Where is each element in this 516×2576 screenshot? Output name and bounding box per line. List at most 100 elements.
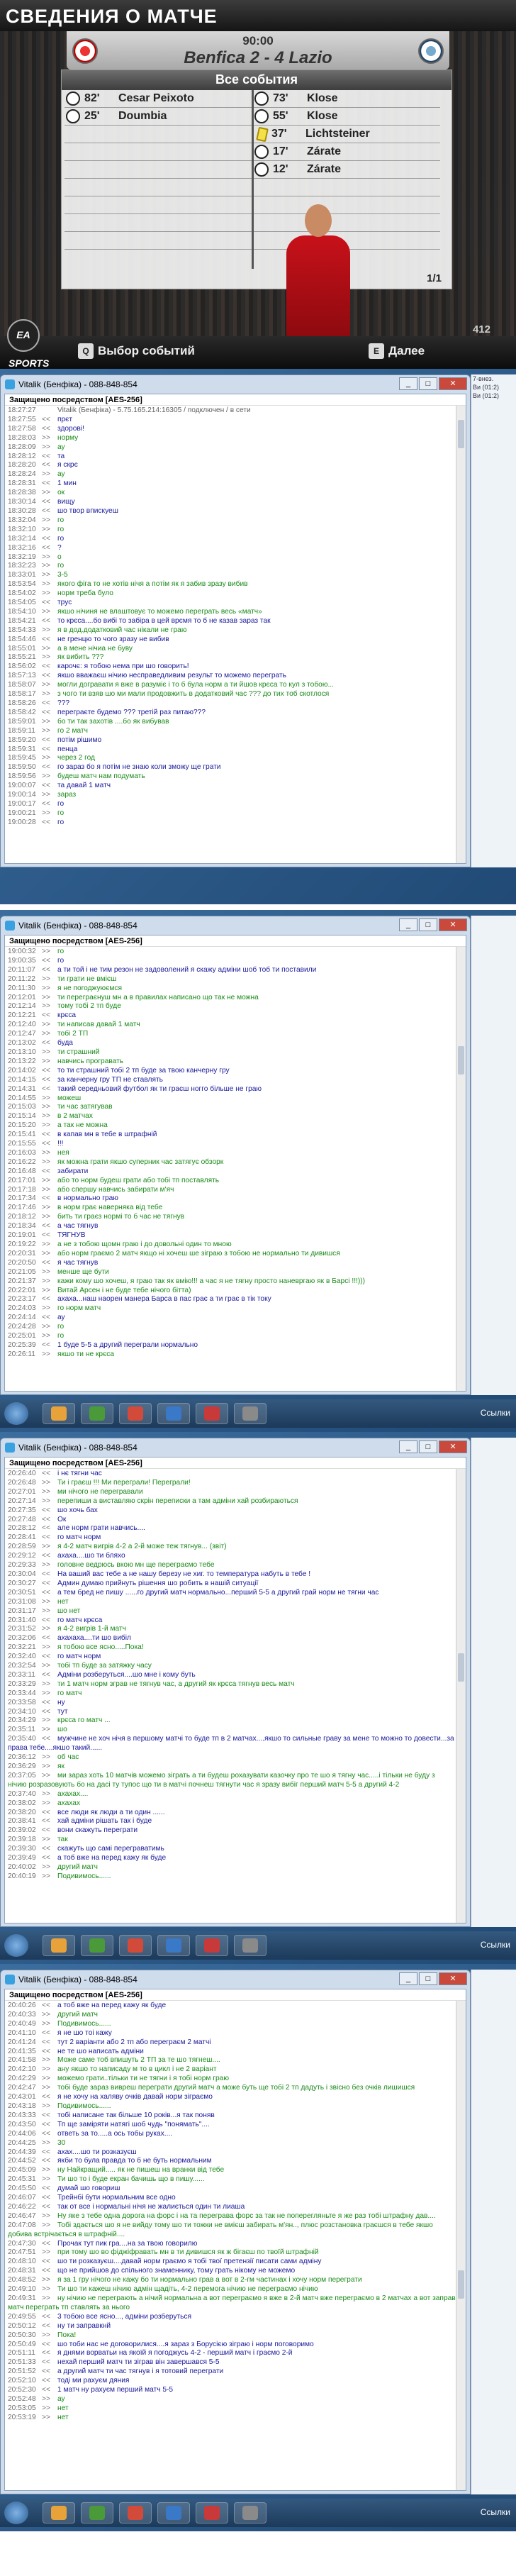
- window-titlebar[interactable]: Vitalik (Бенфіка) - 088-848-854 _ □ ✕: [1, 916, 470, 935]
- taskbar-app-button[interactable]: [157, 1935, 190, 1956]
- message-text: забирати: [57, 1167, 89, 1175]
- message-time: 20:50:30: [8, 2331, 36, 2339]
- close-button[interactable]: ✕: [439, 1972, 467, 1985]
- taskbar-links[interactable]: Ссылки: [481, 1408, 510, 1418]
- message-direction: >>: [42, 2276, 50, 2284]
- taskbar-app-button[interactable]: [234, 1403, 267, 1424]
- message-direction: <<: [42, 2358, 50, 2367]
- start-button-icon[interactable]: [4, 2502, 28, 2524]
- taskbar-app-button[interactable]: [157, 2502, 190, 2524]
- side-item[interactable]: Ви (01:2): [471, 392, 516, 400]
- taskbar-app-button[interactable]: [119, 2502, 152, 2524]
- chat-message: 20:11:30 >> я не погоджуюємся: [8, 984, 456, 994]
- message-direction: <<: [42, 599, 50, 607]
- close-button[interactable]: ✕: [439, 1440, 467, 1453]
- message-direction: <<: [42, 1854, 50, 1862]
- chat-message: 20:48:31 << що не прийшов до спільного зна…: [8, 2267, 456, 2276]
- select-events-button[interactable]: Q Выбор событий: [78, 343, 195, 359]
- message-time: 20:32:54: [8, 1662, 36, 1670]
- ball-icon: [254, 109, 269, 123]
- window-titlebar[interactable]: Vitalik (Бенфіка) - 088-848-854 _ □ ✕: [1, 1438, 470, 1457]
- message-text: а другий матч ти час тягнув і я тотовий …: [57, 2367, 224, 2376]
- maximize-button[interactable]: □: [419, 377, 437, 390]
- side-item[interactable]: [471, 918, 516, 920]
- message-text: тобі написане так більше 10 років...я та…: [57, 2111, 215, 2119]
- message-text: го: [57, 525, 64, 533]
- chat-message: 18:32:04 >> го: [8, 516, 456, 526]
- taskbar-app-button[interactable]: [234, 1935, 267, 1956]
- message-direction: >>: [42, 2010, 50, 2019]
- message-direction: <<: [42, 2367, 50, 2376]
- message-direction: <<: [42, 699, 50, 707]
- message-time: 20:17:34: [8, 1194, 36, 1203]
- message-text: Ти і граєш !!! Ми переграли! Переграли!: [57, 1478, 191, 1487]
- message-direction: >>: [42, 1597, 50, 1606]
- taskbar-app-button[interactable]: [196, 2502, 228, 2524]
- side-item[interactable]: [471, 1972, 516, 1974]
- taskbar-app-button[interactable]: [43, 1403, 75, 1424]
- message-direction: >>: [42, 2102, 50, 2110]
- side-item[interactable]: Ви (01:2): [471, 383, 516, 392]
- minimize-button[interactable]: _: [399, 1972, 417, 1985]
- chat-message: 20:24:28 >> го: [8, 1323, 456, 1332]
- scrollbar[interactable]: [456, 1469, 466, 1923]
- taskbar-app-button[interactable]: [196, 1935, 228, 1956]
- close-button[interactable]: ✕: [439, 377, 467, 390]
- taskbar-app-button[interactable]: [119, 1935, 152, 1956]
- message-time: 20:44:25: [8, 2138, 36, 2147]
- minimize-button[interactable]: _: [399, 1440, 417, 1453]
- minimize-button[interactable]: _: [399, 918, 417, 931]
- message-direction: <<: [42, 2047, 50, 2055]
- scrollbar[interactable]: [456, 406, 466, 863]
- close-button[interactable]: ✕: [439, 918, 467, 931]
- maximize-button[interactable]: □: [419, 1440, 437, 1453]
- message-time: 20:16:48: [8, 1167, 36, 1175]
- window-titlebar[interactable]: Vitalik (Бенфіка) - 088-848-854 _ □ ✕: [1, 375, 470, 394]
- taskbar-app-button[interactable]: [234, 2502, 267, 2524]
- taskbar-app-button[interactable]: [43, 1935, 75, 1956]
- taskbar-links[interactable]: Ссылки: [481, 2507, 510, 2517]
- side-item[interactable]: [471, 1440, 516, 1442]
- maximize-button[interactable]: □: [419, 1972, 437, 1985]
- scrollbar-thumb[interactable]: [458, 1046, 464, 1075]
- minimize-button[interactable]: _: [399, 377, 417, 390]
- taskbar-app-button[interactable]: [196, 1403, 228, 1424]
- events-panel: Все события 82' Cesar Peixoto 25' Doumbia …: [61, 70, 452, 289]
- side-item[interactable]: 7-внез.: [471, 374, 516, 383]
- message-direction: <<: [42, 2184, 50, 2193]
- scrollbar-thumb[interactable]: [458, 1653, 464, 1682]
- taskbar-links[interactable]: Ссылки: [481, 1940, 510, 1950]
- maximize-button[interactable]: □: [419, 918, 437, 931]
- message-text: якшо нічиня не влаштовує то можемо перег…: [57, 607, 262, 616]
- message-time: 18:32:23: [8, 562, 36, 570]
- message-time: 18:28:24: [8, 470, 36, 479]
- taskbar-app-button[interactable]: [81, 2502, 113, 2524]
- message-time: 20:29:12: [8, 1552, 36, 1560]
- scrollbar[interactable]: [456, 2001, 466, 2490]
- chat-message: 20:29:33 >> головне ведрюсь вкою мн ще пер…: [8, 1561, 456, 1570]
- start-button-icon[interactable]: [4, 1402, 28, 1425]
- events-panel-title: Все события: [62, 70, 452, 90]
- chat-log: Защищено посредством [AES-256] 19:00:32 >>…: [4, 935, 466, 1392]
- scrollbar-thumb[interactable]: [458, 2270, 464, 2299]
- taskbar-app-button[interactable]: [81, 1403, 113, 1424]
- scrollbar[interactable]: [456, 947, 466, 1391]
- start-button-icon[interactable]: [4, 1934, 28, 1957]
- chat-message: 20:50:49 << шо тоби нас не договорилися...…: [8, 2341, 456, 2350]
- message-direction: >>: [42, 1121, 50, 1130]
- next-button[interactable]: E Далее: [369, 343, 425, 359]
- message-time: 20:45:09: [8, 2166, 36, 2175]
- message-direction: <<: [42, 735, 50, 744]
- message-text: ану якшо то написаду м то в цикл і не 2 …: [57, 2065, 217, 2074]
- scrollbar-thumb[interactable]: [458, 420, 464, 448]
- taskbar-app-button[interactable]: [119, 1403, 152, 1424]
- message-time: 18:32:19: [8, 553, 36, 561]
- taskbar-app-button[interactable]: [157, 1403, 190, 1424]
- app-icon: [128, 1938, 143, 1953]
- taskbar-app-button[interactable]: [43, 2502, 75, 2524]
- message-text: ти грати не вмієш: [57, 975, 117, 983]
- chat-message: 20:30:27 << Админ думаю прийнуть рішення ш…: [8, 1580, 456, 1589]
- chat-message: 20:32:06 << ахахаха....ти шо вибіл: [8, 1634, 456, 1643]
- window-titlebar[interactable]: Vitalik (Бенфіка) - 088-848-854 _ □ ✕: [1, 1970, 470, 1989]
- taskbar-app-button[interactable]: [81, 1935, 113, 1956]
